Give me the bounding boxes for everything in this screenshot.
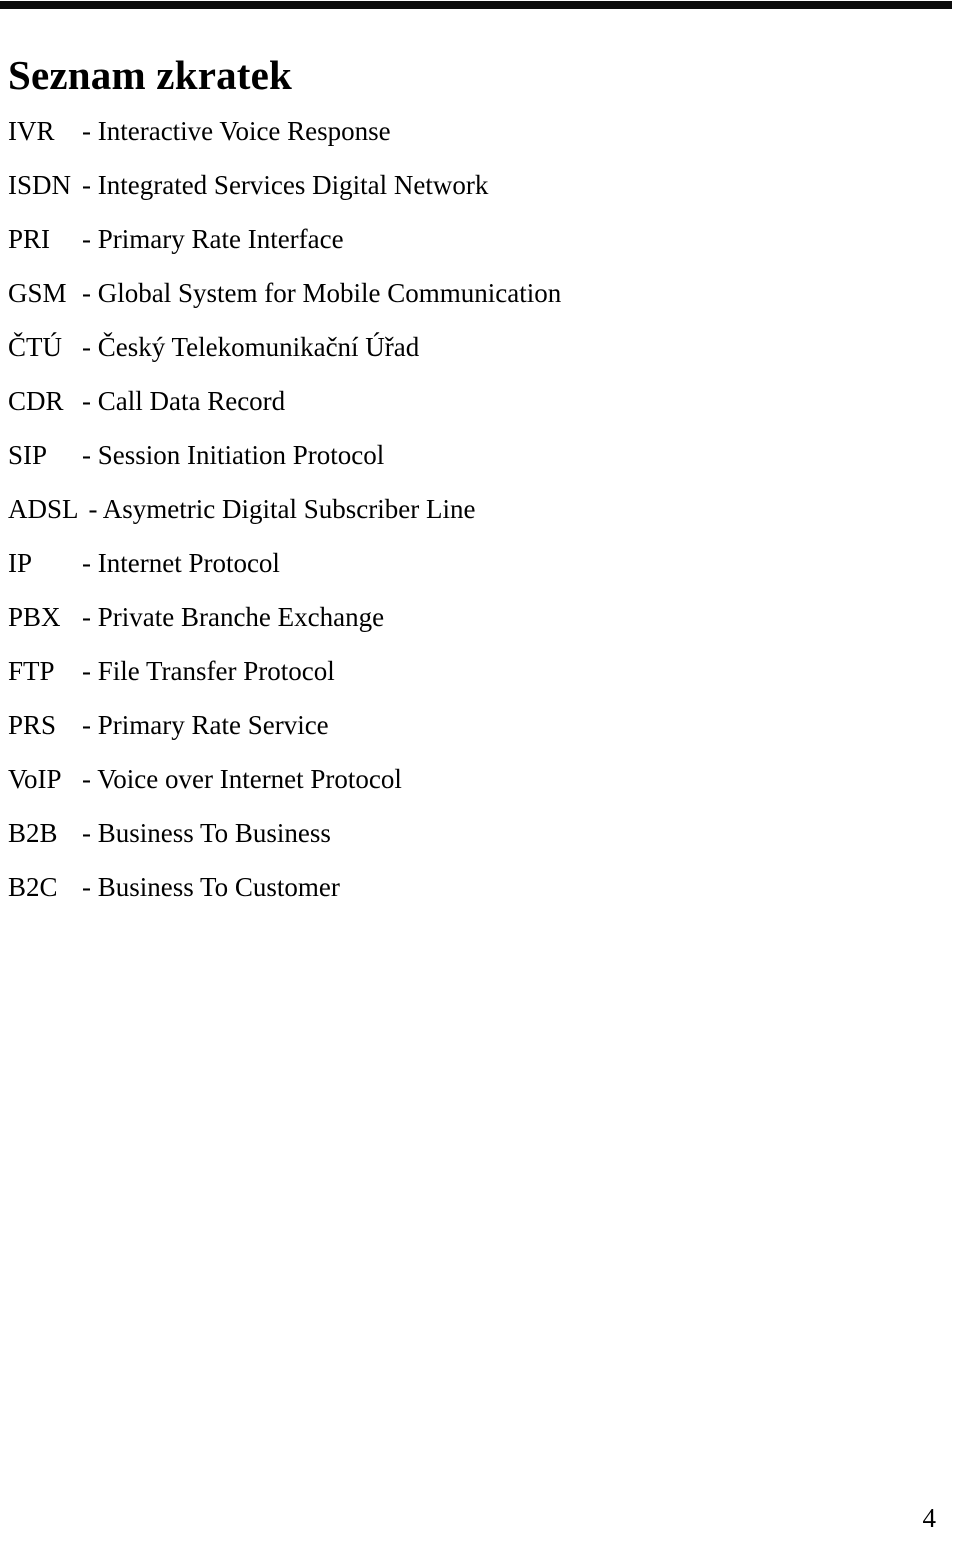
list-item: VoIP - Voice over Internet Protocol	[8, 752, 908, 806]
abbreviation-definition: - Session Initiation Protocol	[82, 440, 385, 470]
abbreviation-term: PRS	[8, 710, 57, 740]
list-item: ADSL - Asymetric Digital Subscriber Line	[8, 482, 908, 536]
abbreviation-term: FTP	[8, 656, 55, 686]
list-item: B2C - Business To Customer	[8, 860, 908, 914]
list-item: FTP - File Transfer Protocol	[8, 644, 908, 698]
list-item: B2B - Business To Business	[8, 806, 908, 860]
list-item: IP - Internet Protocol	[8, 536, 908, 590]
abbreviation-term: B2B	[8, 818, 58, 848]
abbreviation-definition: - Call Data Record	[82, 386, 286, 416]
page-title: Seznam zkratek	[8, 52, 293, 99]
abbreviation-definition: - Internet Protocol	[82, 548, 280, 578]
abbreviation-definition: - Primary Rate Service	[82, 710, 329, 740]
abbreviation-definition: - Interactive Voice Response	[82, 116, 391, 146]
list-item: SIP - Session Initiation Protocol	[8, 428, 908, 482]
abbreviation-definition: - Český Telekomunikační Úřad	[82, 332, 420, 362]
abbreviation-definition: - Primary Rate Interface	[82, 224, 344, 254]
abbreviation-term: GSM	[8, 278, 67, 308]
abbreviation-list: IVR - Interactive Voice Response ISDN - …	[8, 104, 908, 914]
abbreviation-definition: - Global System for Mobile Communication	[82, 278, 562, 308]
abbreviation-term: PRI	[8, 224, 51, 254]
list-item: PRI - Primary Rate Interface	[8, 212, 908, 266]
abbreviation-definition: - Private Branche Exchange	[82, 602, 385, 632]
abbreviation-term: CDR	[8, 386, 64, 416]
list-item: PBX - Private Branche Exchange	[8, 590, 908, 644]
abbreviation-term: B2C	[8, 872, 58, 902]
list-item: ISDN - Integrated Services Digital Netwo…	[8, 158, 908, 212]
abbreviation-definition: - Asymetric Digital Subscriber Line	[88, 494, 476, 524]
abbreviation-term: ADSL	[8, 494, 79, 524]
abbreviation-term: IVR	[8, 116, 55, 146]
abbreviation-term: SIP	[8, 440, 48, 470]
list-item: PRS - Primary Rate Service	[8, 698, 908, 752]
list-item: ČTÚ - Český Telekomunikační Úřad	[8, 320, 908, 374]
abbreviation-definition: - Voice over Internet Protocol	[82, 764, 402, 794]
abbreviation-term: IP	[8, 548, 33, 578]
abbreviation-definition: - Business To Customer	[82, 872, 340, 902]
list-item: IVR - Interactive Voice Response	[8, 104, 908, 158]
abbreviation-term: VoIP	[8, 764, 62, 794]
abbreviation-definition: - File Transfer Protocol	[82, 656, 335, 686]
list-item: GSM - Global System for Mobile Communica…	[8, 266, 908, 320]
page-number: 4	[922, 1503, 937, 1533]
abbreviation-definition: - Business To Business	[82, 818, 331, 848]
abbreviation-term: ČTÚ	[8, 332, 62, 362]
document-page: Seznam zkratek IVR - Interactive Voice R…	[0, 0, 960, 1550]
header-rule	[0, 1, 952, 9]
abbreviation-definition: - Integrated Services Digital Network	[82, 170, 489, 200]
list-item: CDR - Call Data Record	[8, 374, 908, 428]
abbreviation-term: PBX	[8, 602, 61, 632]
abbreviation-term: ISDN	[8, 170, 72, 200]
